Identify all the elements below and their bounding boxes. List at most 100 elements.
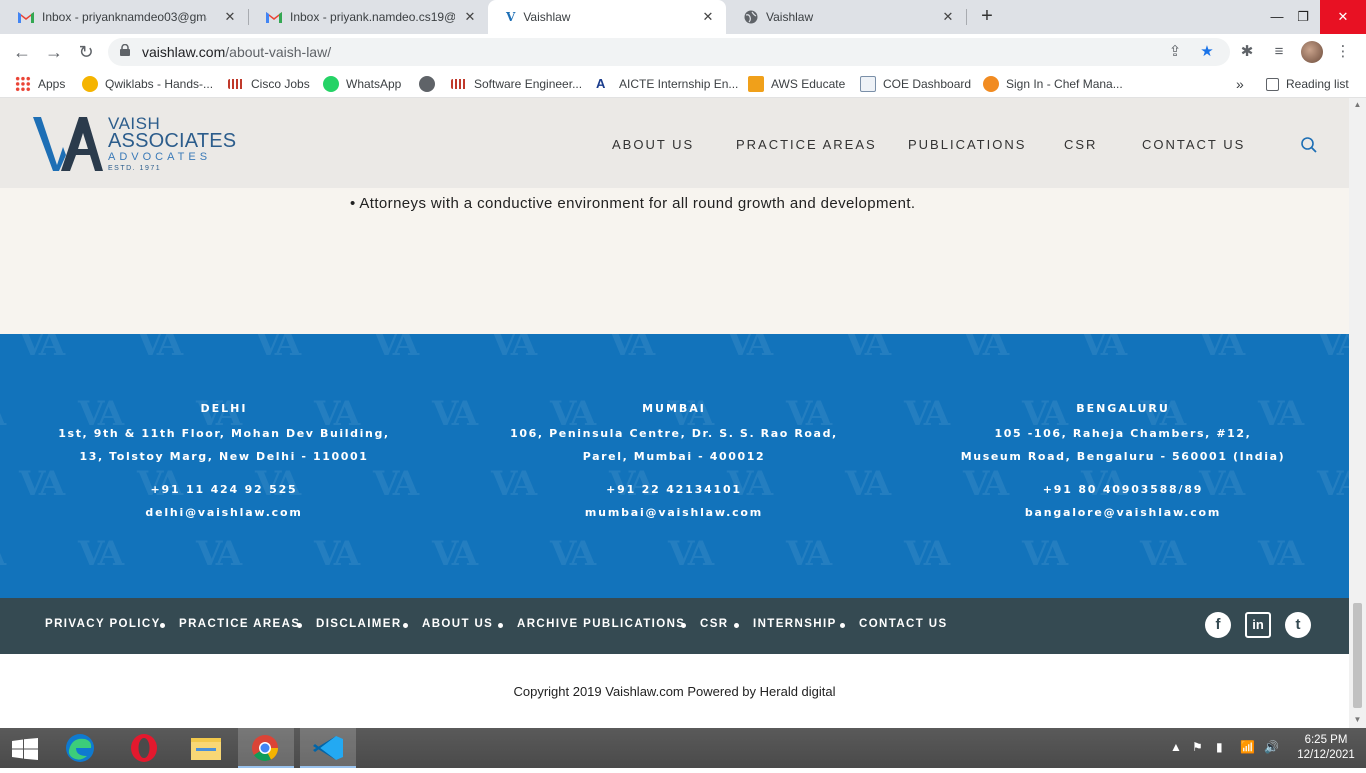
footer-link-csr[interactable]: CSR [700,618,728,630]
office-email-link[interactable]: delhi@vaishlaw.com [14,501,434,524]
search-icon[interactable] [1300,136,1318,154]
vscode-taskbar-icon[interactable] [300,728,356,768]
scrollbar-thumb[interactable] [1353,603,1362,708]
twitter-icon[interactable]: t [1285,612,1311,638]
browser-tab-strip: Inbox - priyanknamdeo03@gmail ✕ Inbox - … [0,0,1366,34]
scroll-up-arrow-icon[interactable]: ▲ [1353,100,1362,109]
nav-contact-us[interactable]: CONTACT US [1142,137,1245,152]
network-signal-icon[interactable]: 📶 [1240,740,1255,754]
bookmark-label: Apps [38,77,66,91]
office-city: MUMBAI [642,402,706,415]
opera-taskbar-icon[interactable] [116,728,172,768]
new-tab-button[interactable]: + [976,5,998,27]
footer-link-archive-publications[interactable]: ARCHIVE PUBLICATIONS [517,618,685,630]
bookmark-label: COE Dashboard [883,77,972,91]
bookmark-software-engineer[interactable]: Software Engineer... [451,75,582,93]
tab-close-icon[interactable]: ✕ [940,9,956,25]
close-window-button[interactable]: ✕ [1320,0,1366,34]
vaish-logo-icon[interactable] [33,113,103,173]
globe-icon [744,10,758,24]
footer-link-contact-us[interactable]: CONTACT US [859,618,948,630]
tab-close-icon[interactable]: ✕ [700,9,716,25]
copyright-bar: Copyright 2019 Vaishlaw.com Powered by H… [0,654,1349,728]
lock-icon[interactable] [120,44,130,56]
footer-link-about-us[interactable]: ABOUT US [422,618,493,630]
whatsapp-icon [323,76,339,92]
logo-line3: ADVOCATES [108,151,212,163]
edge-taskbar-icon[interactable] [52,728,108,768]
nav-csr[interactable]: CSR [1064,137,1097,152]
watermark-logo-icon: VA [1258,534,1304,574]
tab-close-icon[interactable]: ✕ [222,9,238,25]
bookmark-star-icon[interactable]: ★ [1198,43,1216,61]
windows-start-icon[interactable] [12,738,38,760]
footer-link-privacy-policy[interactable]: PRIVACY POLICY [45,618,161,630]
file-explorer-taskbar-icon[interactable] [178,728,234,768]
bookmark-aicte[interactable]: A AICTE Internship En... [596,75,738,93]
share-icon[interactable]: ⇪ [1166,43,1184,61]
bookmark-label: WhatsApp [346,77,402,91]
extensions-icon[interactable]: ✱ [1237,42,1257,62]
bookmark-whatsapp[interactable]: WhatsApp [323,75,401,93]
office-email-link[interactable]: mumbai@vaishlaw.com [464,501,884,524]
tab-vaishlaw-2[interactable]: Vaishlaw ✕ [726,0,967,34]
bookmark-chef[interactable]: Sign In - Chef Mana... [983,75,1123,93]
scroll-down-arrow-icon[interactable]: ▼ [1353,715,1362,724]
volume-icon[interactable]: 🔊 [1264,740,1279,754]
menu-kebab-icon[interactable]: ⋮ [1333,42,1353,62]
back-icon[interactable]: ← [10,41,34,63]
office-address-line1: 105 -106, Raheja Chambers, #12, [994,427,1252,440]
bookmark-coe-dashboard[interactable]: COE Dashboard [860,75,971,93]
tab-vaishlaw-active[interactable]: V Vaishlaw ✕ [488,0,726,34]
forward-icon[interactable]: → [42,41,66,63]
footer-nav-bar: PRIVACY POLICY PRACTICE AREAS DISCLAIMER… [0,598,1349,654]
facebook-icon[interactable]: f [1205,612,1231,638]
office-phone-link[interactable]: +91 22 42134101 [464,478,884,501]
nav-practice-areas[interactable]: PRACTICE AREAS [736,137,877,152]
logo-line2: ASSOCIATES [108,130,237,152]
url-text[interactable]: vaishlaw.com/about-vaish-law/ [142,44,331,60]
watermark-logo-icon: VA [1022,534,1068,574]
footer-link-disclaimer[interactable]: DISCLAIMER [316,618,402,630]
aicte-icon: A [596,76,606,91]
office-email-link[interactable]: bangalore@vaishlaw.com [913,501,1333,524]
tab-gmail-2[interactable]: Inbox - priyank.namdeo.cs19@g ✕ [248,0,488,34]
address-bar[interactable]: vaishlaw.com/about-vaish-law/ ⇪ ★ [108,38,1230,66]
bookmark-globe[interactable] [419,75,442,93]
watermark-logo-icon: VA [668,534,714,574]
profile-avatar[interactable] [1301,41,1323,63]
bookmark-label: Software Engineer... [474,77,583,91]
linkedin-icon[interactable]: in [1245,612,1271,638]
watermark-logo-icon: VA [196,534,242,574]
nav-publications[interactable]: PUBLICATIONS [908,137,1026,152]
office-phone-link[interactable]: +91 11 424 92 525 [14,478,434,501]
tab-gmail-1[interactable]: Inbox - priyanknamdeo03@gmail ✕ [0,0,249,34]
tray-overflow-icon[interactable]: ▲ [1170,740,1182,754]
nav-about-us[interactable]: ABOUT US [612,137,694,152]
battery-icon[interactable]: ▮ [1216,740,1223,754]
bookmark-apps[interactable]: Apps [15,75,65,93]
logo-wordmark[interactable]: VAISH ASSOCIATES ADVOCATES ESTD. 1971 [108,115,237,174]
watermark-logo-icon: VA [1140,534,1186,574]
more-bookmarks-button[interactable]: » [1236,75,1244,93]
bookmark-aws-educate[interactable]: AWS Educate [748,75,845,93]
chrome-taskbar-icon[interactable] [238,728,294,768]
reading-list-button[interactable]: Reading list [1266,75,1349,93]
action-center-flag-icon[interactable]: ⚑ [1192,740,1203,754]
footer-separator [403,623,408,628]
office-phone-link[interactable]: +91 80 40903588/89 [913,478,1333,501]
reload-icon[interactable]: ↻ [74,41,98,63]
bookmark-cisco-jobs[interactable]: Cisco Jobs [228,75,310,93]
footer-link-internship[interactable]: INTERNSHIP [753,618,837,630]
media-control-icon[interactable]: ≡ [1269,42,1289,62]
bookmark-qwiklabs[interactable]: Qwiklabs - Hands-... [82,75,213,93]
taskbar-clock[interactable]: 6:25 PM 12/12/2021 [1296,733,1356,763]
watermark-logo-icon: VA [904,534,950,574]
watermark-logo-icon: VA [1317,334,1349,364]
footer-link-practice-areas[interactable]: PRACTICE AREAS [179,618,300,630]
bookmark-label: Sign In - Chef Mana... [1006,77,1123,91]
tab-close-icon[interactable]: ✕ [462,9,478,25]
page-scrollbar[interactable]: ▲ ▼ [1349,98,1366,728]
office-city: DELHI [200,402,248,415]
office-mumbai: MUMBAI 106, Peninsula Centre, Dr. S. S. … [464,402,884,524]
